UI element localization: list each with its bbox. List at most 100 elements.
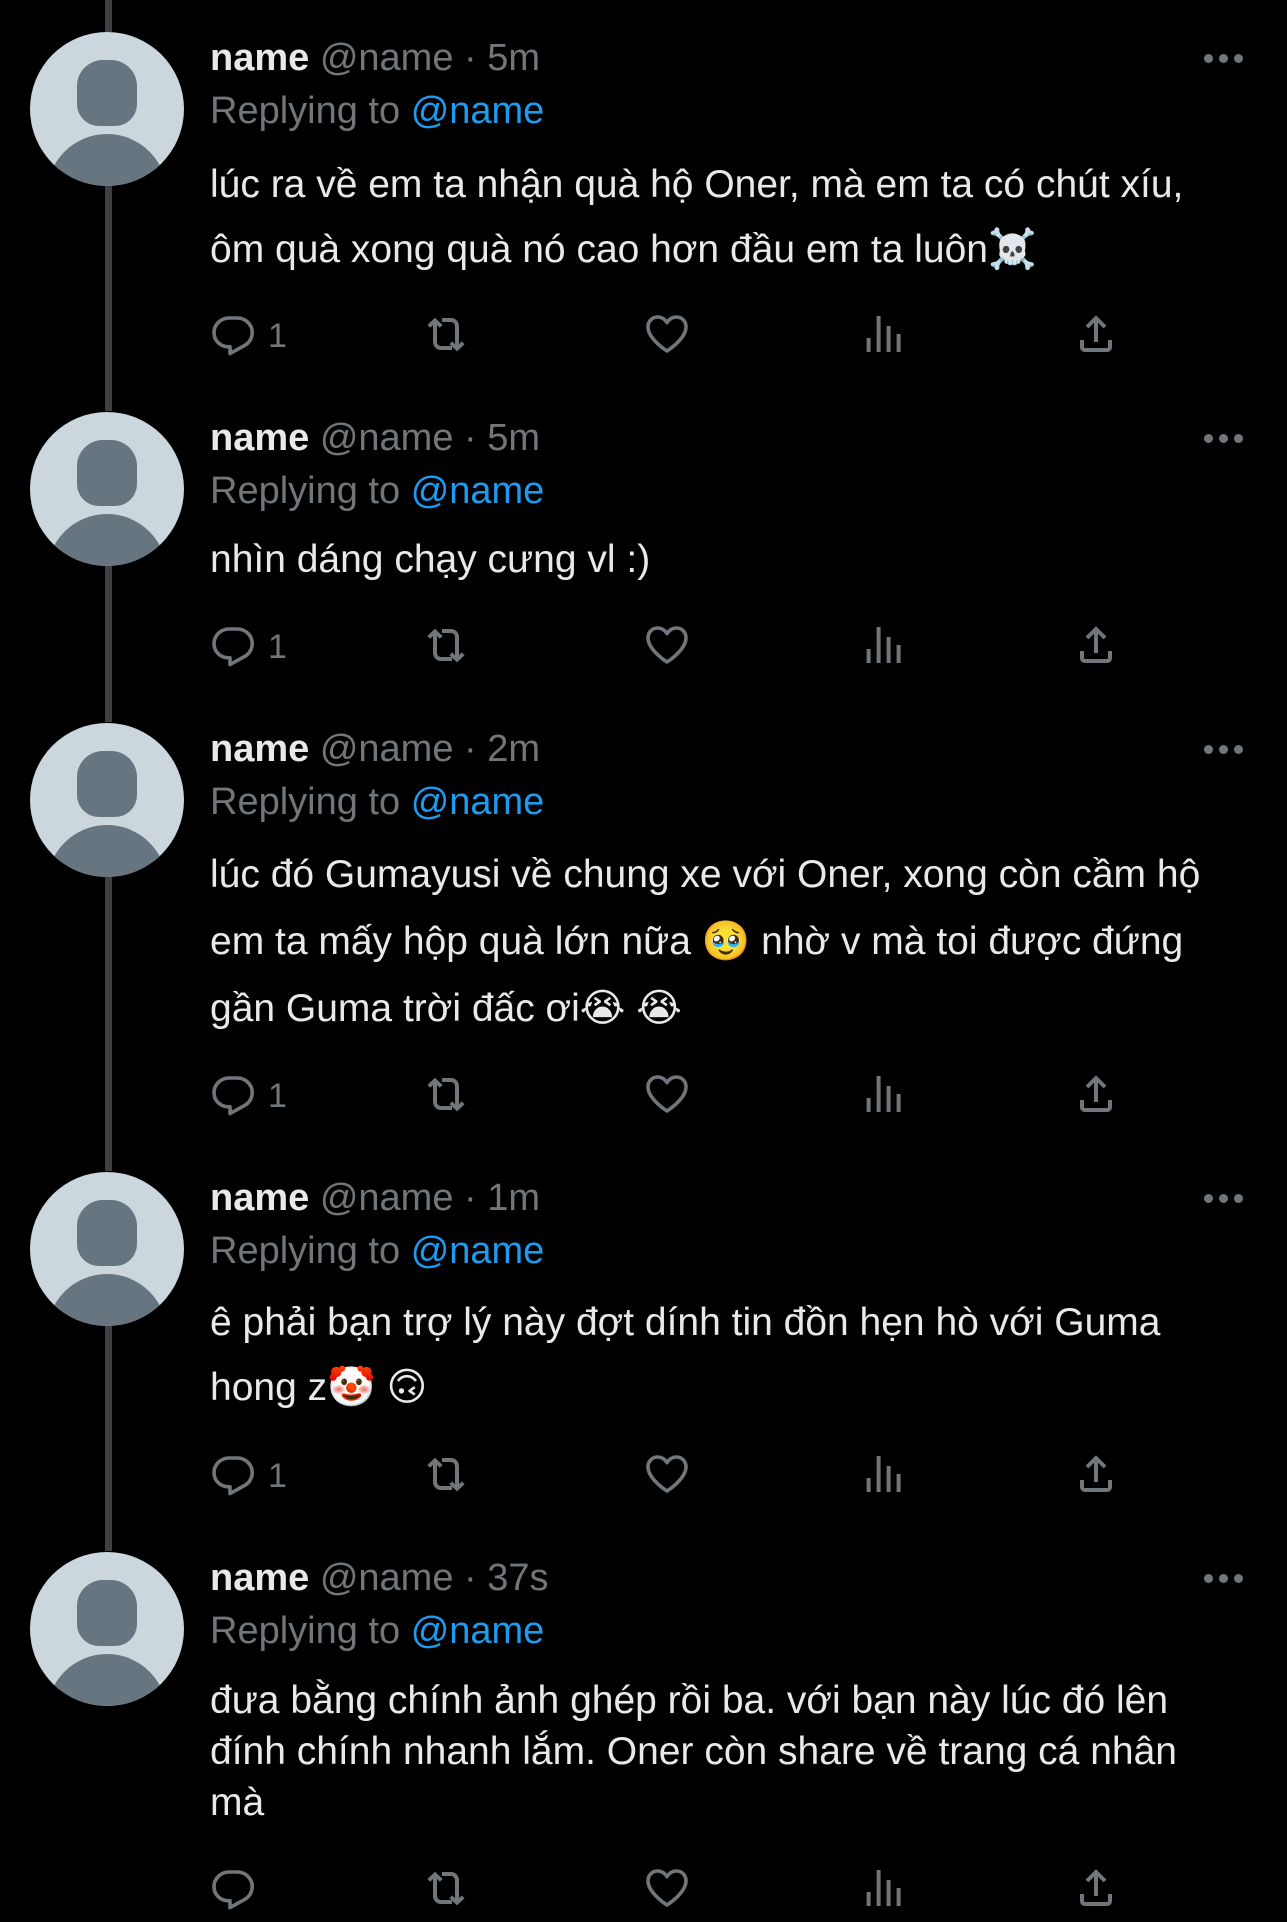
reply-count: 1: [268, 627, 287, 666]
retweet-button[interactable]: [426, 1448, 474, 1504]
share-icon: [1072, 621, 1120, 674]
like-button[interactable]: [643, 1068, 691, 1124]
tweet-actions: 1: [0, 308, 1287, 368]
like-button[interactable]: [643, 1862, 691, 1918]
reply-button[interactable]: 1: [210, 1068, 287, 1124]
replying-to-mention[interactable]: @name: [411, 90, 545, 132]
like-icon: [643, 310, 691, 363]
views-button[interactable]: [859, 1448, 907, 1504]
tweet-header: name @name · 5m: [210, 414, 540, 462]
display-name[interactable]: name: [210, 1177, 309, 1219]
timestamp[interactable]: 5m: [487, 417, 540, 459]
display-name[interactable]: name: [210, 37, 309, 79]
replying-to: Replying to @name: [210, 1227, 544, 1275]
more-icon[interactable]: [1204, 1574, 1244, 1586]
tweet-header: name @name · 1m: [210, 1174, 540, 1222]
tweet-text: đưa bằng chính ảnh ghép rồi ba. với bạn …: [210, 1679, 1177, 1824]
like-button[interactable]: [643, 1448, 691, 1504]
avatar[interactable]: [30, 723, 184, 877]
share-button[interactable]: [1072, 1862, 1120, 1918]
thread-line: [105, 0, 112, 32]
replying-to-mention[interactable]: @name: [411, 470, 545, 512]
like-icon: [643, 621, 691, 674]
views-button[interactable]: [859, 1862, 907, 1918]
thread-line: [105, 1326, 112, 1551]
replying-to-label: Replying to: [210, 470, 401, 512]
tweet-actions: 1: [0, 1068, 1287, 1128]
reply-button[interactable]: 1: [210, 308, 287, 364]
user-handle[interactable]: @name: [320, 37, 454, 79]
like-button[interactable]: [643, 308, 691, 364]
retweet-button[interactable]: [426, 1862, 474, 1918]
user-handle[interactable]: @name: [320, 1557, 454, 1599]
views-button[interactable]: [859, 308, 907, 364]
timestamp[interactable]: 37s: [487, 1557, 548, 1599]
separator-dot: ·: [464, 1177, 477, 1219]
views-button[interactable]: [859, 1068, 907, 1124]
tweet-actions: 1: [0, 1448, 1287, 1508]
timestamp[interactable]: 1m: [487, 1177, 540, 1219]
replying-to-label: Replying to: [210, 90, 401, 132]
tweet-text: ê phải bạn trợ lý này đợt dính tin đồn h…: [210, 1301, 1161, 1409]
more-icon[interactable]: [1204, 54, 1244, 66]
replying-to-label: Replying to: [210, 781, 401, 823]
views-icon: [859, 621, 907, 674]
reply-count: 1: [268, 1456, 287, 1495]
like-icon: [643, 1864, 691, 1917]
avatar[interactable]: [30, 1172, 184, 1326]
replying-to: Replying to @name: [210, 467, 544, 515]
reply-icon: [210, 1070, 258, 1123]
reply-button[interactable]: [210, 1862, 268, 1918]
reply-button[interactable]: 1: [210, 619, 287, 675]
like-icon: [643, 1070, 691, 1123]
display-name[interactable]: name: [210, 1557, 309, 1599]
display-name[interactable]: name: [210, 728, 309, 770]
tweet-header: name @name · 2m: [210, 725, 540, 773]
reply-icon: [210, 621, 258, 674]
views-icon: [859, 1070, 907, 1123]
display-name[interactable]: name: [210, 417, 309, 459]
thread-line: [105, 186, 112, 411]
share-button[interactable]: [1072, 308, 1120, 364]
retweet-button[interactable]: [426, 308, 474, 364]
separator-dot: ·: [464, 1557, 477, 1599]
retweet-icon: [426, 310, 474, 363]
tweet-text: lúc đó Gumayusi về chung xe với Oner, xo…: [210, 853, 1201, 1030]
retweet-icon: [426, 1070, 474, 1123]
reply-button[interactable]: 1: [210, 1448, 287, 1504]
like-icon: [643, 1450, 691, 1503]
share-button[interactable]: [1072, 1448, 1120, 1504]
more-icon[interactable]: [1204, 745, 1244, 757]
separator-dot: ·: [464, 728, 477, 770]
replying-to-mention[interactable]: @name: [411, 781, 545, 823]
retweet-button[interactable]: [426, 619, 474, 675]
timestamp[interactable]: 2m: [487, 728, 540, 770]
user-handle[interactable]: @name: [320, 728, 454, 770]
tweet-actions: [0, 1862, 1287, 1922]
share-button[interactable]: [1072, 1068, 1120, 1124]
retweet-button[interactable]: [426, 1068, 474, 1124]
retweet-icon: [426, 1864, 474, 1917]
more-icon[interactable]: [1204, 1194, 1244, 1206]
avatar[interactable]: [30, 1552, 184, 1706]
views-button[interactable]: [859, 619, 907, 675]
reply-count: 1: [268, 1076, 287, 1115]
like-button[interactable]: [643, 619, 691, 675]
user-handle[interactable]: @name: [320, 1177, 454, 1219]
avatar[interactable]: [30, 32, 184, 186]
replying-to: Replying to @name: [210, 87, 544, 135]
replying-to-label: Replying to: [210, 1230, 401, 1272]
replying-to-mention[interactable]: @name: [411, 1230, 545, 1272]
share-button[interactable]: [1072, 619, 1120, 675]
share-icon: [1072, 310, 1120, 363]
user-handle[interactable]: @name: [320, 417, 454, 459]
reply-icon: [210, 1864, 258, 1917]
more-icon[interactable]: [1204, 434, 1244, 446]
replying-to: Replying to @name: [210, 1607, 544, 1655]
separator-dot: ·: [464, 417, 477, 459]
replying-to-mention[interactable]: @name: [411, 1610, 545, 1652]
reply-count: 1: [268, 316, 287, 355]
timestamp[interactable]: 5m: [487, 37, 540, 79]
avatar[interactable]: [30, 412, 184, 566]
share-icon: [1072, 1070, 1120, 1123]
